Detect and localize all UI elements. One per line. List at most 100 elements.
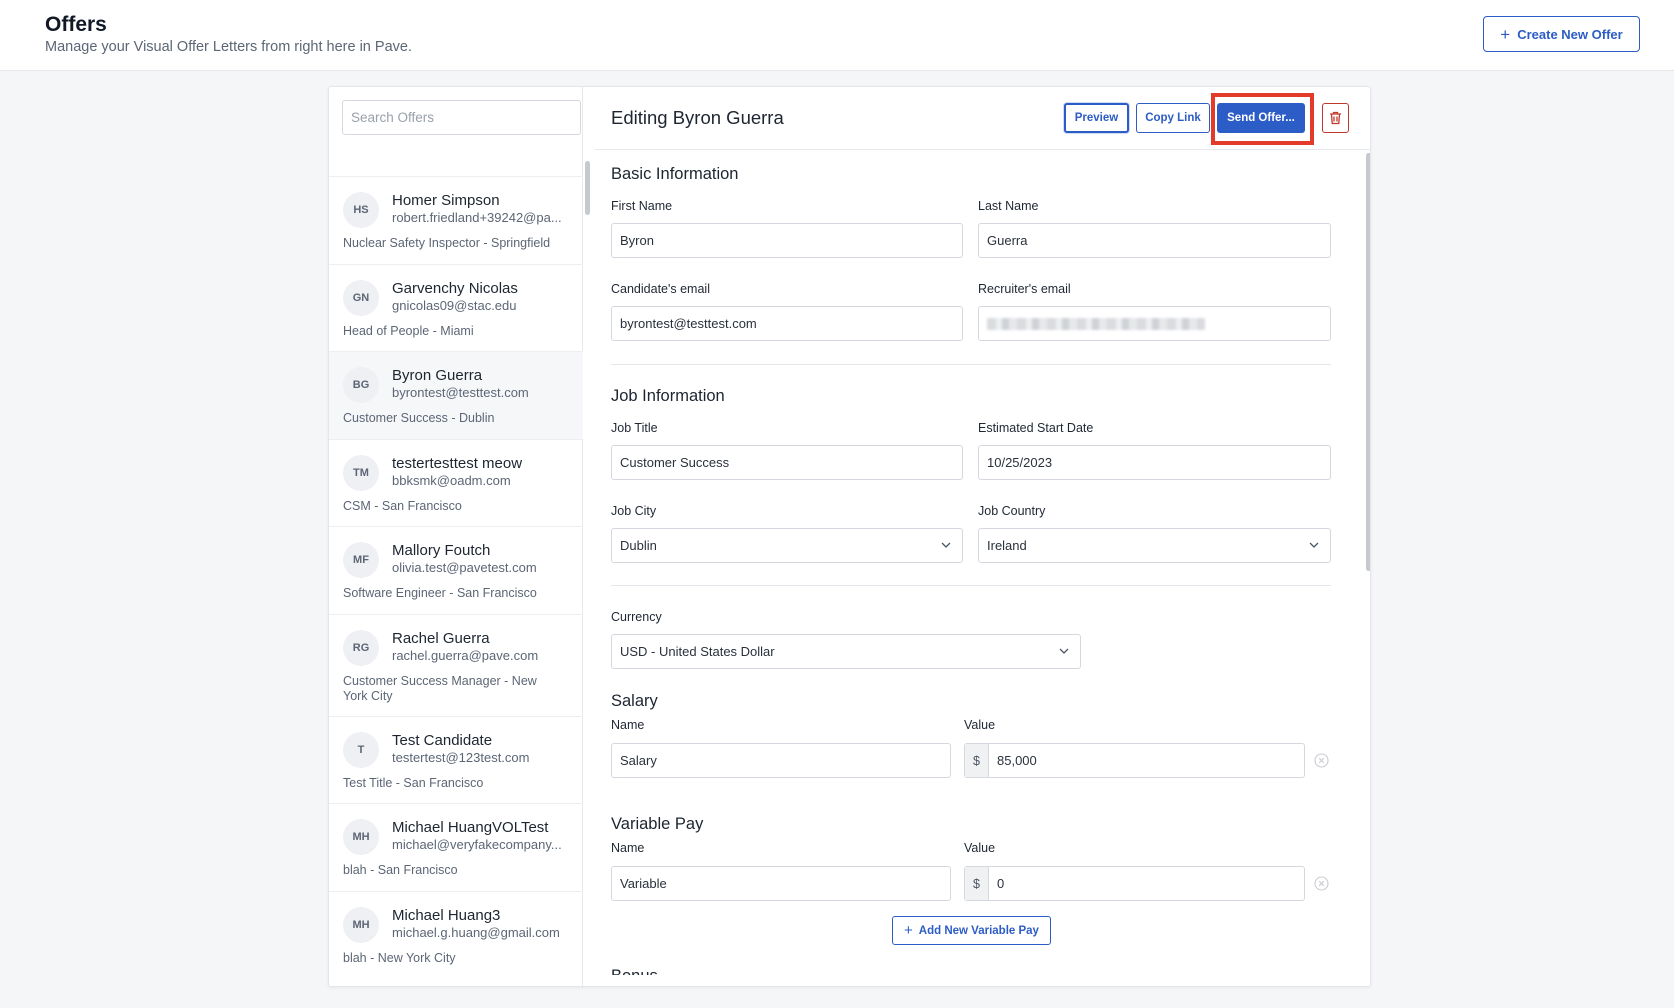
preview-button[interactable]: Preview <box>1064 103 1129 133</box>
offer-email: michael.g.huang@gmail.com <box>392 924 560 940</box>
add-variable-pay-button[interactable]: + Add New Variable Pay <box>892 916 1051 945</box>
offer-name: Michael Huang3 <box>392 906 501 924</box>
avatar: GN <box>343 279 379 316</box>
search-input[interactable] <box>342 100 581 135</box>
offer-name: Rachel Guerra <box>392 629 490 647</box>
job-title-label: Job Title <box>611 421 658 435</box>
variable-name-field[interactable]: Variable <box>611 866 951 901</box>
candidate-email-label: Candidate's email <box>611 282 710 296</box>
offer-name: Garvenchy Nicolas <box>392 279 518 297</box>
avatar: HS <box>343 192 379 228</box>
offer-list-item[interactable]: GN Garvenchy Nicolas gnicolas09@stac.edu He… <box>329 265 583 352</box>
offer-email: testertest@123test.com <box>392 749 530 765</box>
offer-name: Michael HuangVOLTest <box>392 819 549 836</box>
salary-name-value: Salary <box>620 753 657 768</box>
job-city-label: Job City <box>611 504 657 518</box>
trash-icon <box>1330 111 1341 125</box>
create-new-offer-button[interactable]: + Create New Offer <box>1483 16 1640 52</box>
send-offer-button[interactable]: Send Offer... <box>1217 103 1305 133</box>
offer-name: Mallory Foutch <box>392 542 491 559</box>
list-scrollbar[interactable] <box>585 161 590 215</box>
offer-list-item[interactable]: MH Michael Huang3 michael.g.huang@gmail.co… <box>329 892 583 977</box>
offer-email: michael@veryfakecompany... <box>392 837 562 852</box>
start-date-field[interactable]: 10/25/2023 <box>978 445 1331 480</box>
avatar: RG <box>343 629 379 666</box>
last-name-field[interactable]: Guerra <box>978 223 1331 258</box>
salary-value-label: Value <box>964 718 996 732</box>
offer-role: Nuclear Safety Inspector - Springfield <box>343 236 551 250</box>
offer-role: Software Engineer - San Francisco <box>343 586 537 600</box>
add-variable-pay-label: Add New Variable Pay <box>918 924 1039 937</box>
remove-circle-icon[interactable] <box>1314 753 1329 768</box>
start-date-label: Estimated Start Date <box>978 421 1094 435</box>
variable-value: 0 <box>997 876 1005 891</box>
chevron-down-icon <box>1059 648 1069 654</box>
avatar: TM <box>343 454 379 491</box>
page-title: Offers <box>45 13 107 36</box>
offer-name: testertesttest meow <box>392 454 523 472</box>
offer-role: CSM - San Francisco <box>343 498 462 513</box>
offer-list-item[interactable]: TM testertesttest meow bbksmk@oadm.com CSM … <box>329 440 583 527</box>
offer-editor: Editing Byron Guerra Preview Copy Link S… <box>595 87 1370 986</box>
copy-link-button[interactable]: Copy Link <box>1136 103 1210 133</box>
plus-icon: + <box>1500 24 1511 44</box>
page-subtitle: Manage your Visual Offer Letters from ri… <box>45 39 412 55</box>
job-country-value: Ireland <box>987 538 1027 553</box>
salary-value: 85,000 <box>997 753 1037 768</box>
editor-scrollbar[interactable] <box>1366 153 1370 571</box>
salary-name-field[interactable]: Salary <box>611 743 951 778</box>
offer-email: olivia.test@pavetest.com <box>392 560 537 575</box>
avatar: T <box>343 731 379 768</box>
offer-name: Homer Simpson <box>392 192 500 209</box>
offer-role: Customer Success - Dublin <box>343 411 495 425</box>
remove-circle-icon[interactable] <box>1314 876 1329 891</box>
offers-list: Software Engineer - San Francisco HS Homer… <box>329 87 590 986</box>
job-country-select[interactable]: Ireland <box>978 528 1331 563</box>
last-name-value: Guerra <box>987 233 1028 248</box>
offer-role: Head of People - Miami <box>343 323 474 338</box>
offer-email: robert.friedland+39242@pa... <box>392 210 562 225</box>
avatar: MH <box>343 819 379 855</box>
avatar: MF <box>343 542 379 578</box>
offer-list-item[interactable]: BG Byron Guerra byrontest@testtest.com Cust… <box>329 352 583 440</box>
top-bar: Offers Manage your Visual Offer Letters … <box>0 0 1674 71</box>
recruiter-email-field[interactable] <box>978 306 1331 341</box>
job-city-select[interactable]: Dublin <box>611 528 963 563</box>
dollar-prefix: $ <box>965 744 989 777</box>
delete-button[interactable] <box>1322 103 1349 133</box>
offers-list-scroll[interactable]: Software Engineer - San Francisco HS Homer… <box>329 150 583 976</box>
offer-role: Customer Success Manager - New York City <box>343 673 537 703</box>
offer-list-item[interactable]: Software Engineer - San Francisco <box>329 150 583 177</box>
offer-list-item[interactable]: RG Rachel Guerra rachel.guerra@pave.com Cus… <box>329 615 583 717</box>
offer-role: Test Title - San Francisco <box>343 775 484 790</box>
basic-info-title: Basic Information <box>611 165 739 183</box>
candidate-email-field[interactable]: byrontest@testtest.com <box>611 306 963 341</box>
redacted-email <box>987 317 1205 330</box>
job-city-value: Dublin <box>620 538 657 553</box>
start-date-value: 10/25/2023 <box>987 455 1053 470</box>
candidate-email-value: byrontest@testtest.com <box>620 316 757 331</box>
offer-list-item[interactable]: MH Michael HuangVOLTest michael@veryfakeco… <box>329 804 583 892</box>
salary-value-field[interactable]: $ 85,000 <box>964 743 1305 778</box>
dollar-prefix: $ <box>965 867 989 900</box>
offer-list-item[interactable]: HS Homer Simpson robert.friedland+39242@pa… <box>329 177 583 265</box>
job-info-title: Job Information <box>611 387 725 405</box>
offer-email: byrontest@testtest.com <box>392 385 529 400</box>
salary-name-label: Name <box>611 718 645 732</box>
create-new-offer-label: Create New Offer <box>1517 26 1623 42</box>
offer-name: Byron Guerra <box>392 367 483 384</box>
variable-name-label: Name <box>611 841 645 855</box>
offer-list-item[interactable]: MF Mallory Foutch olivia.test@pavetest.com… <box>329 527 583 615</box>
first-name-field[interactable]: Byron <box>611 223 963 258</box>
avatar: MH <box>343 906 379 943</box>
last-name-label: Last Name <box>978 199 1039 213</box>
editor-header-divider <box>595 149 1370 150</box>
variable-value-field[interactable]: $ 0 <box>964 866 1305 901</box>
job-title-field[interactable]: Customer Success <box>611 445 963 480</box>
offer-list-item[interactable]: T Test Candidate testertest@123test.com Tes… <box>329 717 583 804</box>
variable-name-value: Variable <box>620 876 667 891</box>
section-divider <box>611 585 1331 586</box>
section-divider <box>611 364 1331 365</box>
currency-select[interactable]: USD - United States Dollar <box>611 634 1081 669</box>
job-country-label: Job Country <box>978 504 1046 518</box>
